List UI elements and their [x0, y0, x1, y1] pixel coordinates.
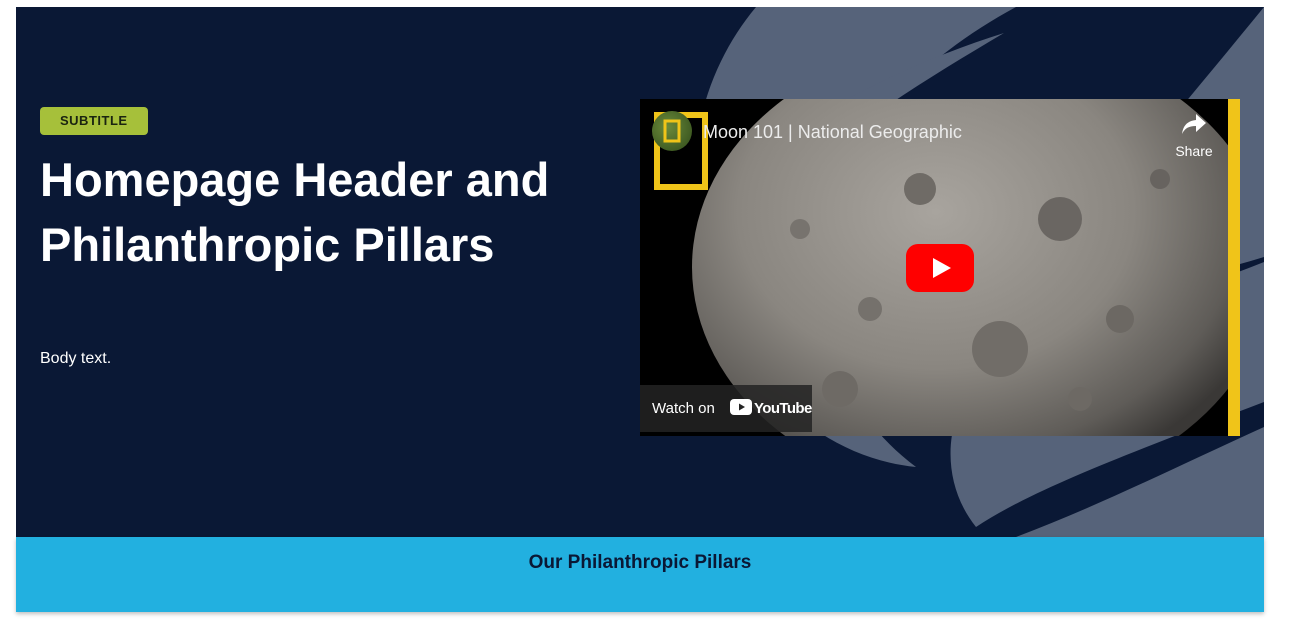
play-icon — [906, 244, 974, 292]
play-button[interactable] — [906, 244, 974, 292]
video-title[interactable]: Moon 101 | National Geographic — [703, 122, 962, 143]
hero-body-text: Body text. — [40, 350, 112, 367]
video-embed[interactable]: Moon 101 | National Geographic Share Wat… — [640, 99, 1240, 436]
watch-on-label: Watch on — [652, 400, 715, 417]
youtube-wordmark: YouTube — [754, 400, 812, 417]
share-arrow-icon — [1182, 114, 1206, 134]
watch-on-youtube-button[interactable]: Watch on YouTube — [640, 385, 812, 432]
share-button[interactable]: Share — [1172, 111, 1216, 161]
share-label: Share — [1175, 143, 1213, 159]
youtube-logo-icon — [730, 399, 752, 415]
pillars-heading: Our Philanthropic Pillars — [528, 552, 752, 573]
page-title: Homepage Header and Philanthropic Pillar… — [40, 153, 550, 271]
hero-section: SUBTITLE Homepage Header and Philanthrop… — [16, 7, 1264, 537]
pillars-section: Our Philanthropic Pillars — [16, 537, 1264, 612]
channel-avatar[interactable] — [652, 111, 692, 151]
subtitle-badge: SUBTITLE — [40, 107, 148, 135]
natgeo-logo-icon — [663, 119, 681, 143]
